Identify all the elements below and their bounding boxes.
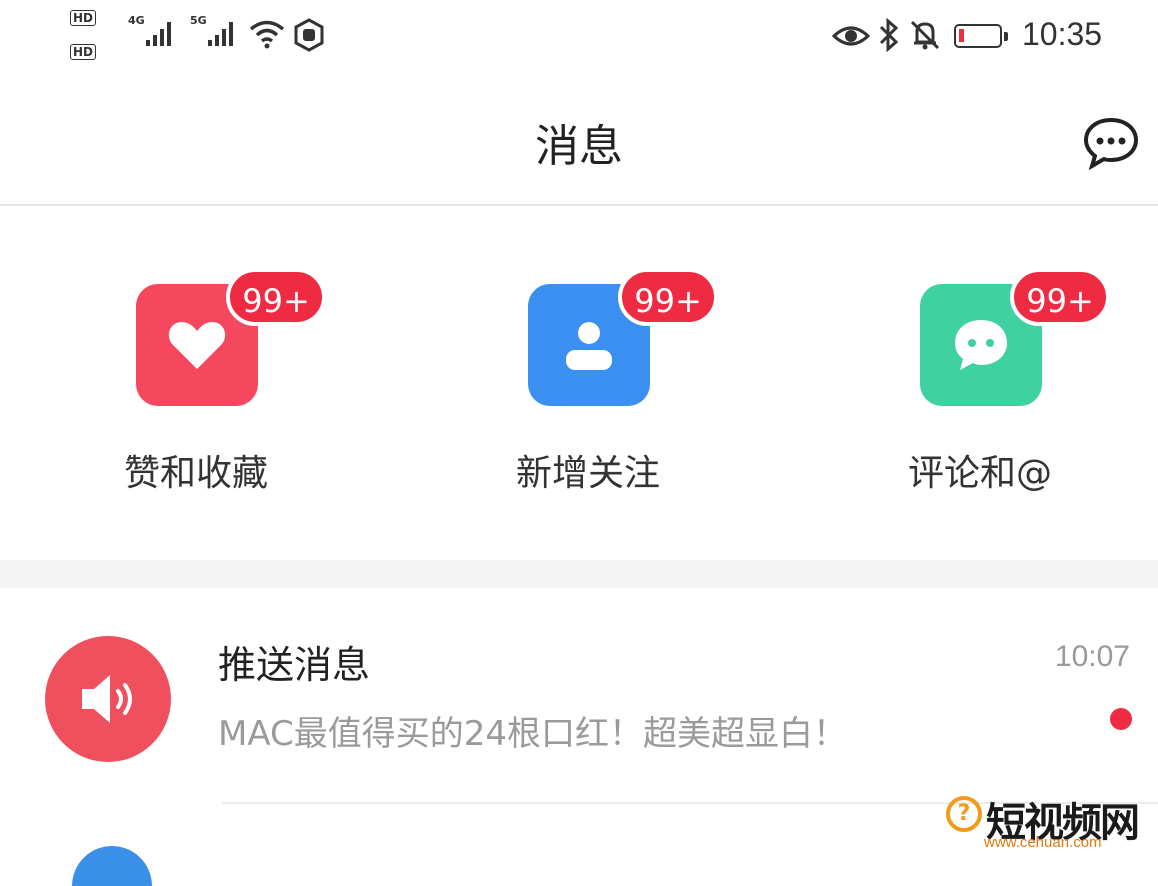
battery-icon	[954, 24, 1008, 48]
status-bar: HD HD 4G 5G 10:35	[0, 0, 1158, 80]
comments-badge: 99+	[1010, 268, 1110, 326]
followers-label: 新增关注	[515, 453, 660, 494]
speaker-icon	[82, 675, 132, 723]
avatar	[72, 846, 152, 886]
likes-badge: 99+	[226, 268, 326, 326]
bluetooth-icon	[879, 18, 899, 52]
message-time: 10:07	[1054, 640, 1130, 673]
hd-badge-1: HD	[70, 10, 97, 26]
watermark-mark: ?	[946, 796, 982, 832]
section-divider	[0, 560, 1158, 588]
eye-icon	[832, 26, 870, 46]
avatar	[45, 636, 171, 762]
wifi-icon	[249, 20, 285, 49]
status-time: 10:35	[1022, 16, 1103, 52]
watermark-url: www.cehuan.com	[984, 834, 1102, 851]
followers-badge: 99+	[618, 268, 718, 326]
page-title: 消息	[535, 121, 623, 172]
top-nav: 消息	[0, 80, 1158, 206]
unread-dot	[1110, 708, 1132, 730]
hd-badge-2: HD	[70, 44, 97, 60]
sim1-label: 4G	[128, 14, 145, 27]
watermark-logo: ? 短视频网 www.cehuan.com	[944, 790, 1158, 854]
likes-label: 赞和收藏	[123, 453, 268, 494]
message-preview: MAC最值得买的24根口红！超美超显白！	[218, 714, 847, 754]
list-item[interactable]: 推送消息 10:07 MAC最值得买的24根口红！超美超显白！	[0, 588, 1158, 806]
heart-icon	[168, 322, 226, 369]
sim2-label: 5G	[190, 14, 207, 27]
chat-bubble-icon[interactable]	[1082, 116, 1140, 170]
bell-off-icon	[910, 20, 940, 50]
comments-label: 评论和@	[907, 453, 1052, 494]
shortcut-row: 99+ 赞和收藏 99+ 新增关注 99+ 评论和@	[0, 206, 1158, 560]
comment-icon	[955, 320, 1007, 370]
user-icon	[566, 322, 612, 370]
message-title: 推送消息	[218, 643, 371, 687]
hand-icon	[294, 18, 324, 52]
